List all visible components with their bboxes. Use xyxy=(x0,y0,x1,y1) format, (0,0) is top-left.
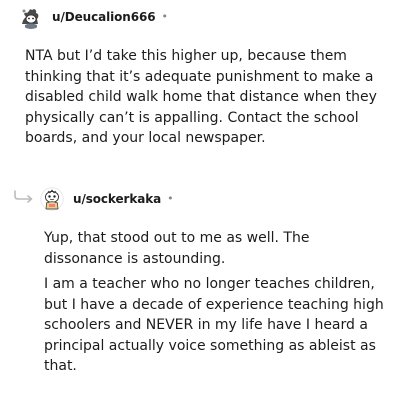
comment-body: Yup, that stood out to me as well. The d… xyxy=(44,228,384,377)
comment-paragraph: Yup, that stood out to me as well. The d… xyxy=(44,230,310,267)
comment-paragraph: I am a teacher who no longer teaches chi… xyxy=(44,276,384,374)
meta-separator: • xyxy=(167,191,174,205)
comment-header: u/sockerkaka • xyxy=(40,187,174,211)
meta-separator: • xyxy=(161,9,168,23)
comment-body: NTA but I’d take this higher up, because… xyxy=(25,46,385,149)
comment-header: u/Deucalion666 • xyxy=(19,5,168,29)
reply-arrow-icon xyxy=(14,190,33,203)
user-avatar-icon[interactable] xyxy=(19,5,43,29)
user-avatar-icon[interactable] xyxy=(40,187,64,211)
comment-author[interactable]: u/sockerkaka xyxy=(73,192,161,206)
comment-paragraph: NTA but I’d take this higher up, because… xyxy=(25,48,377,146)
comment-author[interactable]: u/Deucalion666 xyxy=(52,10,156,24)
